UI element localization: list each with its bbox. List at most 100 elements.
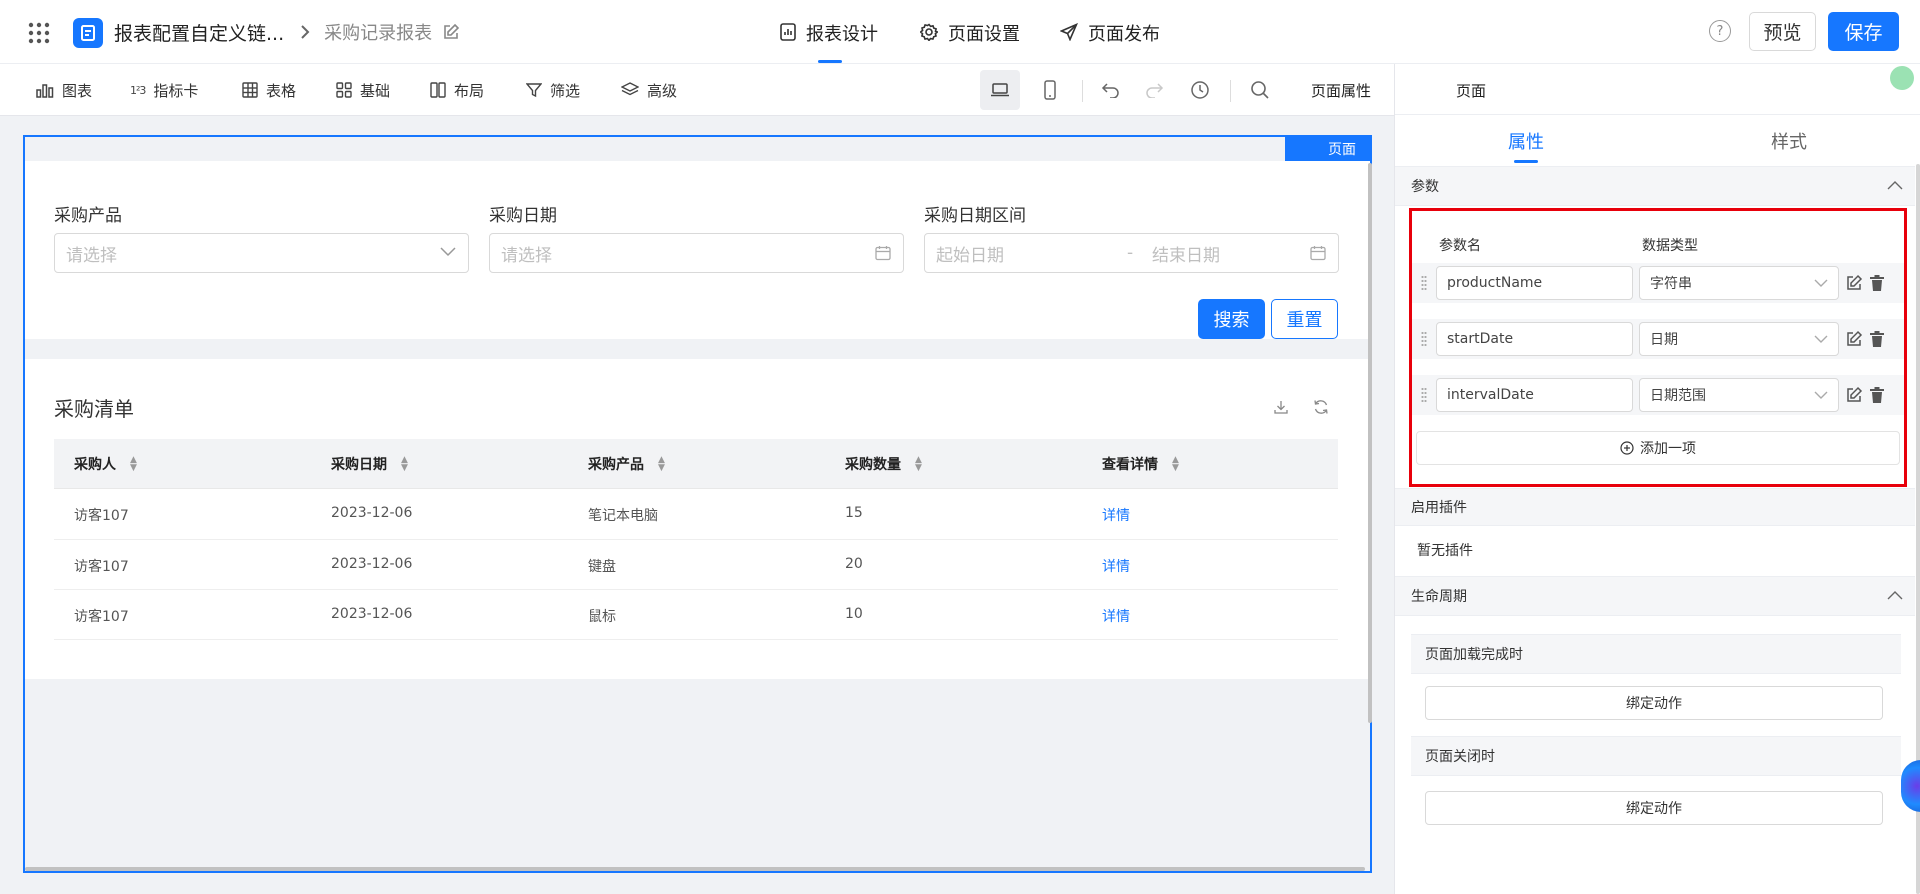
- breadcrumb-root[interactable]: 报表配置自定义链...: [114, 19, 284, 46]
- column-header[interactable]: 采购数量 ▲ ▼: [845, 439, 922, 489]
- page-frame[interactable]: 页面 采购产品 请选择 采购日期 请选择 采购日期区间 起始日期 - 结束日期 …: [23, 135, 1372, 873]
- preview-button[interactable]: 预览: [1749, 12, 1816, 51]
- history-icon[interactable]: [1187, 77, 1213, 103]
- column-header[interactable]: 采购人 ▲ ▼: [74, 439, 137, 489]
- page-tag: 页面: [1285, 137, 1370, 161]
- toolbar-item-basic[interactable]: 基础: [336, 78, 390, 102]
- sort-icon[interactable]: ▲ ▼: [658, 456, 665, 473]
- design-canvas: 页面 采购产品 请选择 采购日期 请选择 采购日期区间 起始日期 - 结束日期 …: [0, 116, 1394, 894]
- sort-icon[interactable]: ▲ ▼: [401, 456, 408, 473]
- cell-buyer: 访客107: [74, 609, 129, 625]
- drag-handle-icon[interactable]: [1421, 275, 1427, 291]
- toolbar-item-advanced[interactable]: 高级: [621, 78, 677, 102]
- edit-icon[interactable]: [442, 23, 460, 41]
- delete-icon[interactable]: [1869, 386, 1885, 404]
- plus-circle-icon: [1620, 441, 1634, 455]
- toolbar-label: 表格: [266, 81, 297, 100]
- toolbar-item-chart[interactable]: 图表: [36, 78, 92, 102]
- delete-icon[interactable]: [1869, 330, 1885, 348]
- sort-icon[interactable]: ▲ ▼: [130, 456, 137, 473]
- chevron-up-icon: [1887, 590, 1903, 600]
- date-range-picker[interactable]: 起始日期 - 结束日期: [924, 233, 1339, 273]
- redo-icon[interactable]: [1141, 77, 1167, 103]
- search-button[interactable]: 搜索: [1198, 299, 1265, 339]
- cell-date: 2023-12-06: [331, 556, 413, 572]
- tab-page-publish[interactable]: 页面发布: [1060, 20, 1160, 52]
- tab-styles[interactable]: 样式: [1771, 128, 1807, 154]
- help-icon[interactable]: ?: [1709, 20, 1731, 42]
- section-title: 生命周期: [1411, 589, 1467, 605]
- undo-icon[interactable]: [1098, 77, 1124, 103]
- bind-action-button[interactable]: 绑定动作: [1425, 791, 1883, 825]
- desktop-view-icon[interactable]: [980, 70, 1020, 110]
- table-title: 采购清单: [54, 397, 134, 421]
- drag-handle-icon[interactable]: [1421, 331, 1427, 347]
- save-button[interactable]: 保存: [1828, 12, 1899, 51]
- page-properties-button[interactable]: 页面属性: [1311, 80, 1371, 101]
- toolbar-item-layout[interactable]: 布局: [430, 78, 484, 102]
- edit-icon[interactable]: [1845, 330, 1863, 348]
- column-header[interactable]: 查看详情 ▲ ▼: [1102, 439, 1179, 489]
- tab-report-design[interactable]: 报表设计: [780, 20, 878, 52]
- sort-icon[interactable]: ▲ ▼: [915, 456, 922, 473]
- mobile-view-icon[interactable]: [1030, 70, 1070, 110]
- cell-product: 鼠标: [588, 609, 616, 625]
- toolbar-item-table[interactable]: 表格: [242, 78, 296, 102]
- param-type-select[interactable]: 日期: [1639, 322, 1839, 356]
- download-icon[interactable]: [1271, 397, 1291, 417]
- edit-icon[interactable]: [1845, 386, 1863, 404]
- lifecycle-section-header[interactable]: 生命周期: [1395, 576, 1915, 616]
- bind-action-button[interactable]: 绑定动作: [1425, 686, 1883, 720]
- assistant-bubble-icon[interactable]: [1901, 760, 1920, 812]
- select-value: 字符串: [1650, 276, 1692, 292]
- drag-handle-icon[interactable]: [1421, 387, 1427, 403]
- toolbar-divider: [1082, 80, 1083, 102]
- date-picker[interactable]: 请选择: [489, 233, 904, 273]
- table-row: 访客107 2023-12-06 笔记本电脑 15 详情: [54, 489, 1338, 540]
- param-name-input[interactable]: intervalDate: [1436, 378, 1633, 412]
- param-type-select[interactable]: 字符串: [1639, 266, 1839, 300]
- tab-page-settings[interactable]: 页面设置: [920, 20, 1020, 52]
- add-param-button[interactable]: 添加一项: [1416, 431, 1900, 465]
- cell-product: 键盘: [588, 559, 616, 575]
- search-icon[interactable]: [1247, 77, 1273, 103]
- param-type-header: 数据类型: [1642, 238, 1698, 254]
- tab-active-indicator: [1514, 160, 1538, 163]
- tab-label: 报表设计: [806, 24, 878, 45]
- reset-button[interactable]: 重置: [1271, 299, 1338, 339]
- plugins-section-header[interactable]: 启用插件: [1395, 488, 1915, 526]
- toolbar-item-metric-card[interactable]: 1²3 指标卡: [130, 78, 198, 102]
- canvas-scrollbar-horizontal[interactable]: [25, 867, 1365, 871]
- component-toolbar: 图表 1²3 指标卡 表格 基础 布局 筛选 高级 页面属性: [0, 64, 1394, 116]
- param-type-select[interactable]: 日期范围: [1639, 378, 1839, 412]
- select-value: 日期: [1650, 332, 1678, 348]
- toolbar-divider: [1230, 80, 1231, 102]
- cell-buyer: 访客107: [74, 559, 129, 575]
- calendar-icon: [1310, 245, 1326, 261]
- filter-icon: [526, 83, 542, 98]
- table-header: 采购人 ▲ ▼ 采购日期 ▲ ▼ 采购产品 ▲ ▼ 采购数量 ▲ ▼ 查看详情 ▲ ▼: [54, 439, 1338, 489]
- param-name-input[interactable]: productName: [1436, 266, 1633, 300]
- column-header-label: 查看详情: [1102, 457, 1158, 473]
- cell-product: 笔记本电脑: [588, 508, 658, 524]
- canvas-scrollbar-vertical[interactable]: [1368, 163, 1372, 723]
- range-end-placeholder: 结束日期: [1152, 245, 1220, 266]
- details-link[interactable]: 详情: [1102, 556, 1130, 576]
- column-header[interactable]: 采购日期 ▲ ▼: [331, 439, 408, 489]
- param-name-input[interactable]: startDate: [1436, 322, 1633, 356]
- delete-icon[interactable]: [1869, 274, 1885, 292]
- details-link[interactable]: 详情: [1102, 606, 1130, 626]
- params-section-header[interactable]: 参数: [1395, 166, 1915, 206]
- details-link[interactable]: 详情: [1102, 505, 1130, 525]
- sort-icon[interactable]: ▲ ▼: [1172, 456, 1179, 473]
- layers-icon: [621, 82, 639, 96]
- tab-properties[interactable]: 属性: [1508, 128, 1544, 154]
- edit-icon[interactable]: [1845, 274, 1863, 292]
- column-header[interactable]: 采购产品 ▲ ▼: [588, 439, 665, 489]
- panel-title: 页面: [1456, 82, 1487, 100]
- toolbar-item-filter[interactable]: 筛选: [526, 78, 580, 102]
- refresh-icon[interactable]: [1311, 397, 1331, 417]
- toolbar-label: 指标卡: [153, 81, 199, 100]
- apps-grid-icon[interactable]: [27, 21, 51, 45]
- product-select[interactable]: 请选择: [54, 233, 469, 273]
